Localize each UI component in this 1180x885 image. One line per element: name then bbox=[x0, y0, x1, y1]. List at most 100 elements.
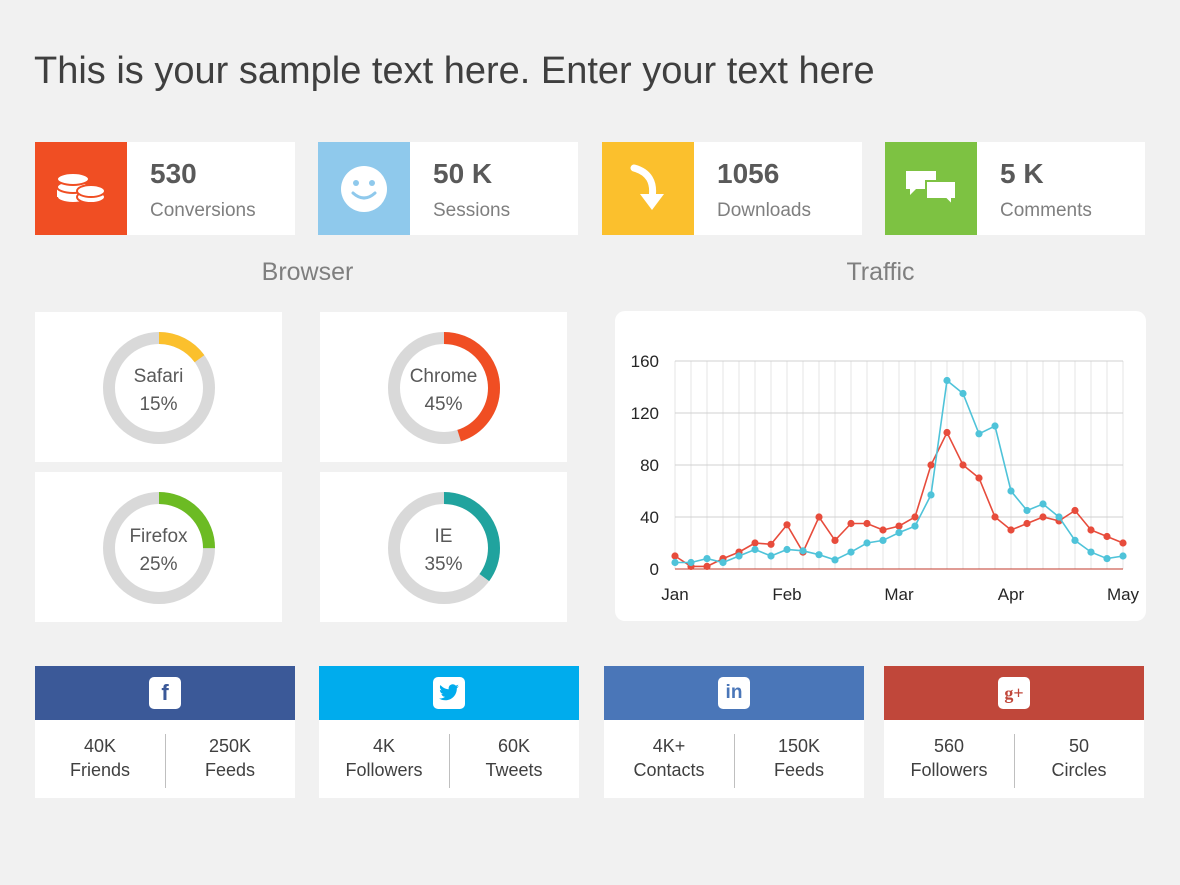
stat-label: Followers bbox=[910, 760, 988, 780]
data-point bbox=[927, 491, 935, 499]
data-point bbox=[991, 422, 999, 430]
social-stat-right: 60K Tweets bbox=[449, 734, 579, 782]
social-card-twitter: 4K Followers 60K Tweets bbox=[319, 666, 579, 798]
donut-card-firefox: Firefox 25% bbox=[35, 472, 282, 622]
social-header: g+ bbox=[884, 666, 1144, 720]
kpi-value: 50 K bbox=[433, 158, 493, 189]
browser-share: 45% bbox=[424, 394, 463, 415]
coins-icon bbox=[35, 142, 127, 235]
stat-label: Friends bbox=[69, 760, 131, 780]
social-card-linkedin: in 4K+ Contacts 150K Feeds bbox=[604, 666, 864, 798]
data-point bbox=[751, 539, 759, 547]
data-point bbox=[943, 376, 951, 385]
social-stat-left: 4K Followers bbox=[319, 734, 449, 782]
twitter-icon[interactable] bbox=[433, 677, 465, 709]
stat-value: 560 bbox=[933, 736, 965, 756]
donut-card-safari: Safari 15% bbox=[35, 312, 282, 462]
data-point bbox=[751, 545, 759, 554]
social-stat-right: 250K Feeds bbox=[165, 734, 295, 782]
data-point bbox=[991, 513, 999, 521]
stat-label: Contacts bbox=[633, 760, 705, 780]
data-point bbox=[687, 558, 695, 567]
data-point bbox=[959, 389, 967, 398]
data-point bbox=[799, 547, 807, 555]
browser-name: Firefox bbox=[129, 526, 188, 547]
stat-value: 40K bbox=[83, 736, 117, 756]
stat-label: Feeds bbox=[773, 760, 825, 780]
browser-name: IE bbox=[434, 526, 453, 547]
social-header: in bbox=[604, 666, 864, 720]
stat-label: Followers bbox=[345, 760, 423, 780]
browser-share: 25% bbox=[139, 554, 178, 575]
data-point bbox=[863, 519, 871, 528]
data-point bbox=[815, 513, 823, 521]
stat-value: 250K bbox=[208, 736, 252, 756]
data-point bbox=[975, 474, 983, 482]
social-card-googleplus: g+ 560 Followers 50 Circles bbox=[884, 666, 1144, 798]
data-point bbox=[1055, 513, 1063, 521]
data-point bbox=[831, 556, 839, 564]
facebook-icon[interactable]: f bbox=[149, 677, 181, 709]
data-point bbox=[927, 461, 935, 469]
kpi-card-comments: 5 K Comments bbox=[885, 142, 1145, 235]
donut-card-chrome: Chrome 45% bbox=[320, 312, 567, 462]
data-point bbox=[879, 526, 887, 534]
kpi-label: Sessions bbox=[433, 200, 511, 221]
google-plus-icon[interactable]: g+ bbox=[998, 677, 1030, 709]
x-tick-label: Jan bbox=[661, 585, 688, 604]
kpi-value: 5 K bbox=[1000, 158, 1044, 189]
data-point bbox=[1087, 548, 1095, 556]
linkedin-icon[interactable]: in bbox=[718, 677, 750, 709]
y-tick-label: 0 bbox=[650, 560, 659, 579]
browser-section-title: Browser bbox=[261, 258, 354, 286]
data-point bbox=[1007, 526, 1015, 534]
kpi-card-conversions: 530 Conversions bbox=[35, 142, 295, 235]
data-point bbox=[671, 558, 679, 567]
stat-value: 50 bbox=[1068, 736, 1090, 756]
data-point bbox=[1023, 519, 1031, 528]
x-tick-label: May bbox=[1107, 585, 1140, 604]
y-tick-label: 40 bbox=[640, 508, 659, 527]
kpi-value: 1056 bbox=[717, 158, 780, 189]
donut-chart bbox=[103, 492, 215, 604]
arrow-down-icon bbox=[602, 142, 694, 235]
data-point bbox=[943, 428, 951, 437]
x-tick-label: Mar bbox=[884, 585, 914, 604]
stat-label: Tweets bbox=[485, 760, 543, 780]
kpi-card-sessions: 50 K Sessions bbox=[318, 142, 578, 235]
kpi-label: Comments bbox=[1000, 200, 1092, 221]
stat-value: 4K+ bbox=[652, 736, 686, 756]
social-stat-left: 560 Followers bbox=[884, 734, 1014, 782]
page-title: This is your sample text here. Enter you… bbox=[34, 50, 875, 92]
y-tick-label: 120 bbox=[631, 404, 659, 423]
browser-name: Chrome bbox=[409, 366, 478, 387]
data-point bbox=[783, 545, 791, 554]
smiley-icon bbox=[318, 142, 410, 235]
data-point bbox=[879, 536, 887, 544]
data-point bbox=[911, 522, 919, 530]
data-point bbox=[895, 522, 903, 530]
social-card-facebook: f 40K Friends 250K Feeds bbox=[35, 666, 295, 798]
kpi-label: Conversions bbox=[150, 200, 256, 221]
traffic-section-title: Traffic bbox=[846, 258, 915, 286]
social-stat-right: 50 Circles bbox=[1014, 734, 1144, 782]
social-header: f bbox=[35, 666, 295, 720]
data-point bbox=[671, 552, 679, 560]
y-tick-label: 80 bbox=[640, 456, 659, 475]
chat-bubbles-icon bbox=[885, 142, 977, 235]
data-point bbox=[1071, 536, 1079, 544]
data-point bbox=[847, 519, 855, 528]
kpi-label: Downloads bbox=[717, 200, 811, 221]
stat-label: Feeds bbox=[204, 760, 256, 780]
data-point bbox=[1087, 526, 1095, 534]
data-point bbox=[959, 461, 967, 469]
data-point bbox=[783, 521, 791, 529]
data-point bbox=[831, 536, 839, 544]
kpi-value: 530 bbox=[150, 158, 197, 189]
data-point bbox=[975, 430, 983, 438]
data-point bbox=[863, 539, 871, 547]
data-point bbox=[1119, 539, 1127, 547]
data-point bbox=[1071, 506, 1079, 515]
donut-chart bbox=[388, 332, 500, 444]
traffic-line-chart: 0 40 80 120 160 Jan Feb Mar Apr May bbox=[631, 352, 1140, 604]
